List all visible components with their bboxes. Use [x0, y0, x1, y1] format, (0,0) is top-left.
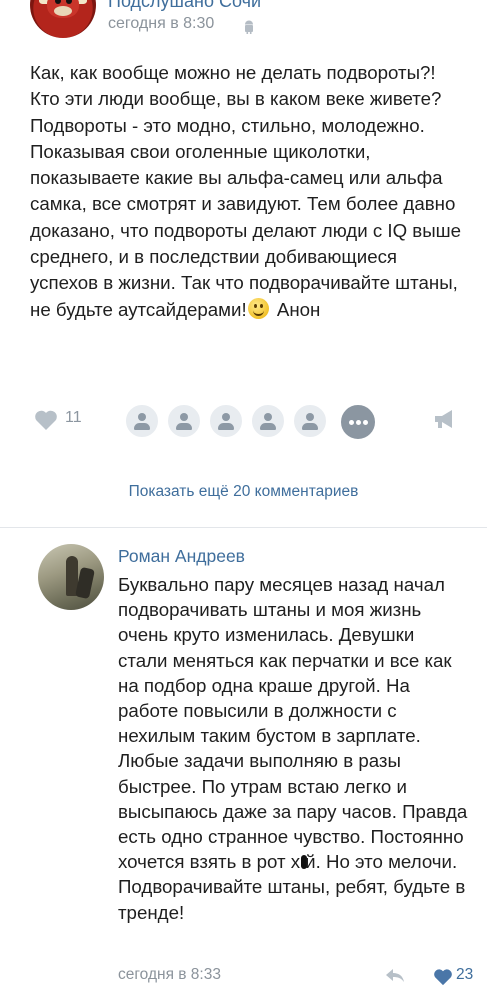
avatar-figure-detail [75, 566, 95, 600]
more-dot-icon [356, 420, 361, 425]
show-more-comments-link[interactable]: Показать ещё 20 комментариев [0, 483, 487, 501]
comment-body: Буквально пару месяцев назад начал подво… [118, 574, 468, 873]
liker-avatar[interactable] [166, 403, 202, 439]
group-name[interactable]: Подслушано Сочи [108, 0, 261, 12]
more-dot-icon [363, 420, 368, 425]
android-icon [245, 20, 253, 34]
comment-author[interactable]: Роман Андреев [118, 546, 245, 567]
reply-icon[interactable] [384, 966, 406, 984]
comment-time: сегодня в 8:33 [118, 966, 221, 983]
post-like-count[interactable]: 11 [65, 409, 82, 427]
bull-snout [54, 6, 72, 16]
post-time: сегодня в 8:30 [108, 15, 215, 32]
post-header: Подслушано Сочи сегодня в 8:30 [0, 0, 487, 52]
commenter-avatar[interactable] [38, 544, 104, 610]
divider [0, 527, 487, 528]
smiley-emoji-icon [247, 297, 269, 319]
liker-avatar[interactable] [208, 403, 244, 439]
heart-icon[interactable] [433, 968, 453, 986]
comment-text: Буквально пару месяцев назад начал подво… [118, 572, 468, 925]
more-likers-button[interactable] [339, 403, 377, 441]
megaphone-share-icon[interactable] [432, 407, 458, 431]
group-avatar[interactable] [30, 0, 96, 38]
post-actions: 11 [0, 395, 487, 450]
liker-avatar[interactable] [124, 403, 160, 439]
liker-avatar[interactable] [292, 403, 328, 439]
post-text: Как, как вообще можно не делать подворот… [30, 60, 470, 323]
liker-avatar[interactable] [250, 403, 286, 439]
post-body: Как, как вообще можно не делать подворот… [30, 62, 462, 320]
post-signature: Анон [276, 298, 321, 320]
heart-icon[interactable] [34, 409, 58, 431]
more-dot-icon [349, 420, 354, 425]
comment-like-count[interactable]: 23 [456, 966, 473, 984]
